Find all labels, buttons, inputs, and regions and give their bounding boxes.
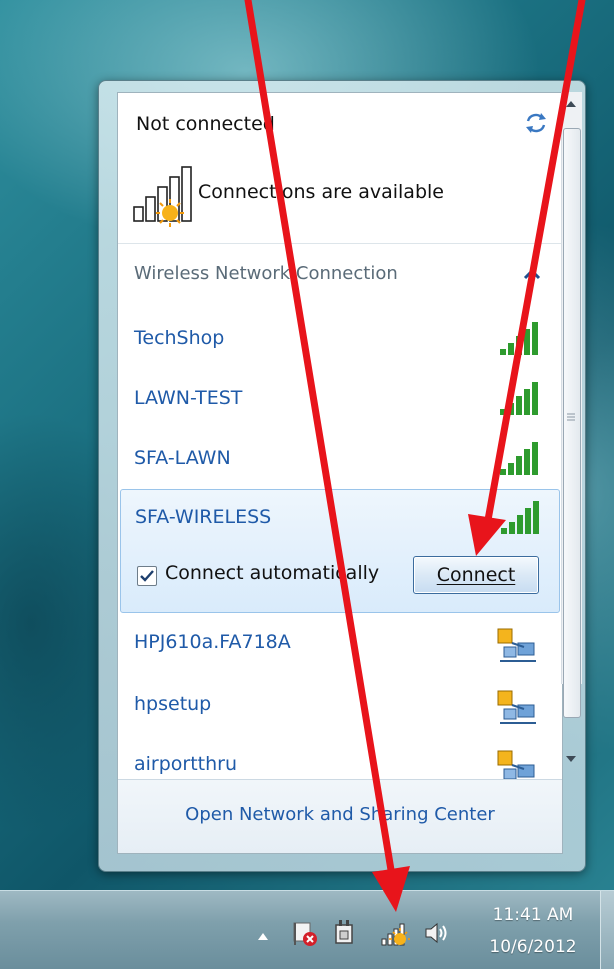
signal-bars-icon (500, 322, 538, 355)
connect-automatically-checkbox[interactable] (137, 566, 157, 586)
taskbar: 11:41 AM 10/6/2012 (0, 890, 614, 969)
network-item-techshop[interactable]: TechShop (118, 309, 562, 369)
action-center-flag-icon[interactable] (292, 921, 318, 947)
network-name: LAWN-TEST (134, 387, 243, 409)
volume-speaker-icon[interactable] (424, 921, 450, 945)
adhoc-network-icon (497, 690, 536, 724)
available-signal-icon (133, 166, 192, 227)
refresh-icon[interactable] (524, 111, 548, 135)
network-item-lawn-test[interactable]: LAWN-TEST (118, 369, 562, 429)
network-name: SFA-WIRELESS (135, 506, 272, 528)
chevron-up-icon[interactable] (522, 267, 542, 281)
network-item-sfa-lawn[interactable]: SFA-LAWN (118, 429, 562, 489)
flyout-header: Not connected Connections are available (118, 93, 562, 243)
show-hidden-icons-icon[interactable] (256, 931, 270, 941)
network-name: TechShop (134, 327, 225, 349)
section-title: Wireless Network Connection (134, 263, 398, 284)
network-item-hpj610a[interactable]: HPJ610a.FA718A (118, 613, 562, 673)
scroll-down-arrow-icon[interactable] (562, 748, 580, 770)
connect-automatically-label: Connect automatically (165, 562, 380, 584)
network-name: hpsetup (134, 693, 212, 715)
adhoc-network-icon (497, 628, 536, 662)
scrollbar-thumb[interactable] (563, 128, 581, 718)
network-name: airportthru (134, 753, 238, 775)
signal-bars-icon (500, 382, 538, 415)
scroll-up-arrow-icon[interactable] (562, 93, 580, 115)
availability-text: Connections are available (198, 181, 444, 203)
clock-time[interactable]: 11:41 AM (478, 905, 588, 925)
signal-bars-icon (501, 501, 539, 534)
connect-button[interactable]: Connect (413, 556, 539, 594)
show-desktop-button[interactable] (600, 891, 614, 969)
clock-date[interactable]: 10/6/2012 (478, 937, 588, 957)
signal-bars-icon (500, 442, 538, 475)
flyout-footer: Open Network and Sharing Center (118, 779, 562, 853)
section-divider (118, 243, 562, 244)
connection-status: Not connected (136, 113, 275, 135)
network-item-sfa-wireless[interactable]: SFA-WIRELESS Connect automatically Conne… (120, 489, 560, 613)
connect-button-label: Connect (436, 564, 516, 586)
network-name: HPJ610a.FA718A (134, 631, 291, 653)
network-flyout: Not connected Connections are available … (117, 92, 563, 854)
network-tray-icon[interactable] (380, 919, 410, 947)
scrollbar-grip-icon (567, 413, 575, 421)
network-item-hpsetup[interactable]: hpsetup (118, 675, 562, 735)
power-plug-icon[interactable] (332, 919, 356, 947)
open-network-sharing-center-link[interactable]: Open Network and Sharing Center (118, 804, 562, 825)
checkmark-icon (140, 570, 154, 582)
network-name: SFA-LAWN (134, 447, 231, 469)
